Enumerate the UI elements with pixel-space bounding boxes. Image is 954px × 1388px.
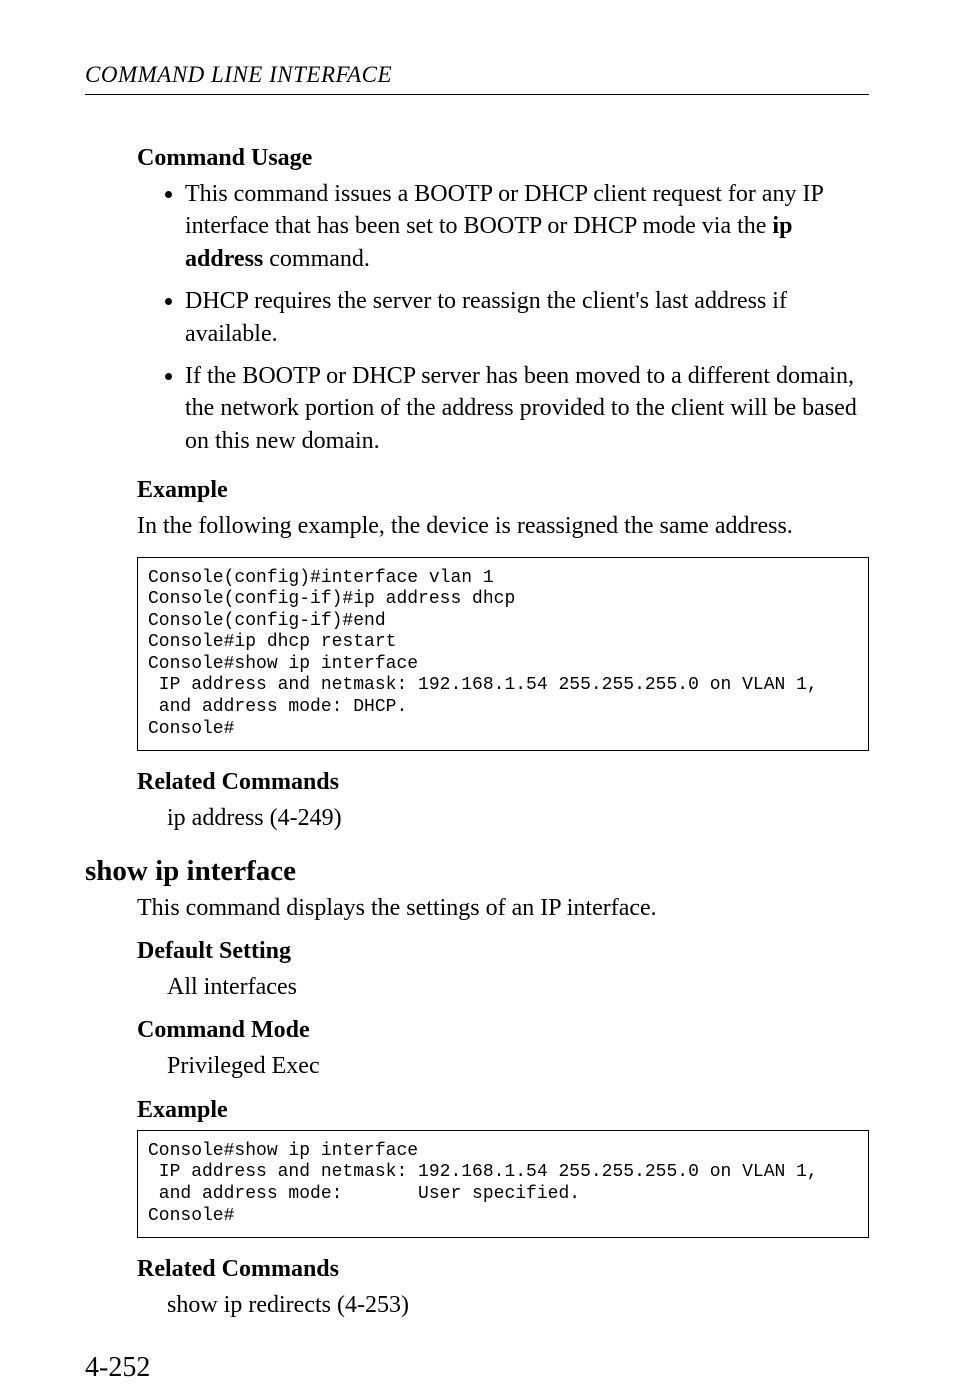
related-commands-heading: Related Commands [137, 769, 869, 796]
command-usage-list: This command issues a BOOTP or DHCP clie… [137, 178, 869, 457]
related-command-line-2: show ip redirects (4-253) [167, 1289, 869, 1321]
default-setting-heading: Default Setting [137, 938, 869, 965]
command-usage-heading: Command Usage [137, 145, 869, 172]
example-heading: Example [137, 477, 869, 504]
bullet-text-pre: This command issues a BOOTP or DHCP clie… [185, 181, 823, 239]
bullet-item: This command issues a BOOTP or DHCP clie… [185, 178, 869, 275]
page-number: 4-252 [85, 1352, 869, 1384]
example-para: In the following example, the device is … [137, 510, 869, 542]
command-mode-line: Privileged Exec [167, 1050, 869, 1082]
bullet-item: DHCP requires the server to reassign the… [185, 285, 869, 350]
default-setting-line: All interfaces [167, 971, 869, 1003]
command-description: This command displays the settings of an… [137, 892, 869, 924]
bullet-text: DHCP requires the server to reassign the… [185, 288, 787, 346]
related-command-line: ip address (4-249) [167, 802, 869, 834]
body-content: Command Usage This command issues a BOOT… [137, 145, 869, 1322]
command-title: show ip interface [85, 855, 869, 888]
example-heading-2: Example [137, 1097, 869, 1124]
page-container: COMMAND LINE INTERFACE Command Usage Thi… [0, 0, 954, 1384]
code-block-1: Console(config)#interface vlan 1 Console… [137, 557, 869, 752]
running-header: COMMAND LINE INTERFACE [85, 62, 869, 95]
bullet-text: If the BOOTP or DHCP server has been mov… [185, 363, 857, 454]
related-commands-heading-2: Related Commands [137, 1256, 869, 1283]
bullet-text-post: command. [263, 246, 370, 272]
command-mode-heading: Command Mode [137, 1017, 869, 1044]
bullet-item: If the BOOTP or DHCP server has been mov… [185, 360, 869, 457]
code-block-2: Console#show ip interface IP address and… [137, 1130, 869, 1238]
